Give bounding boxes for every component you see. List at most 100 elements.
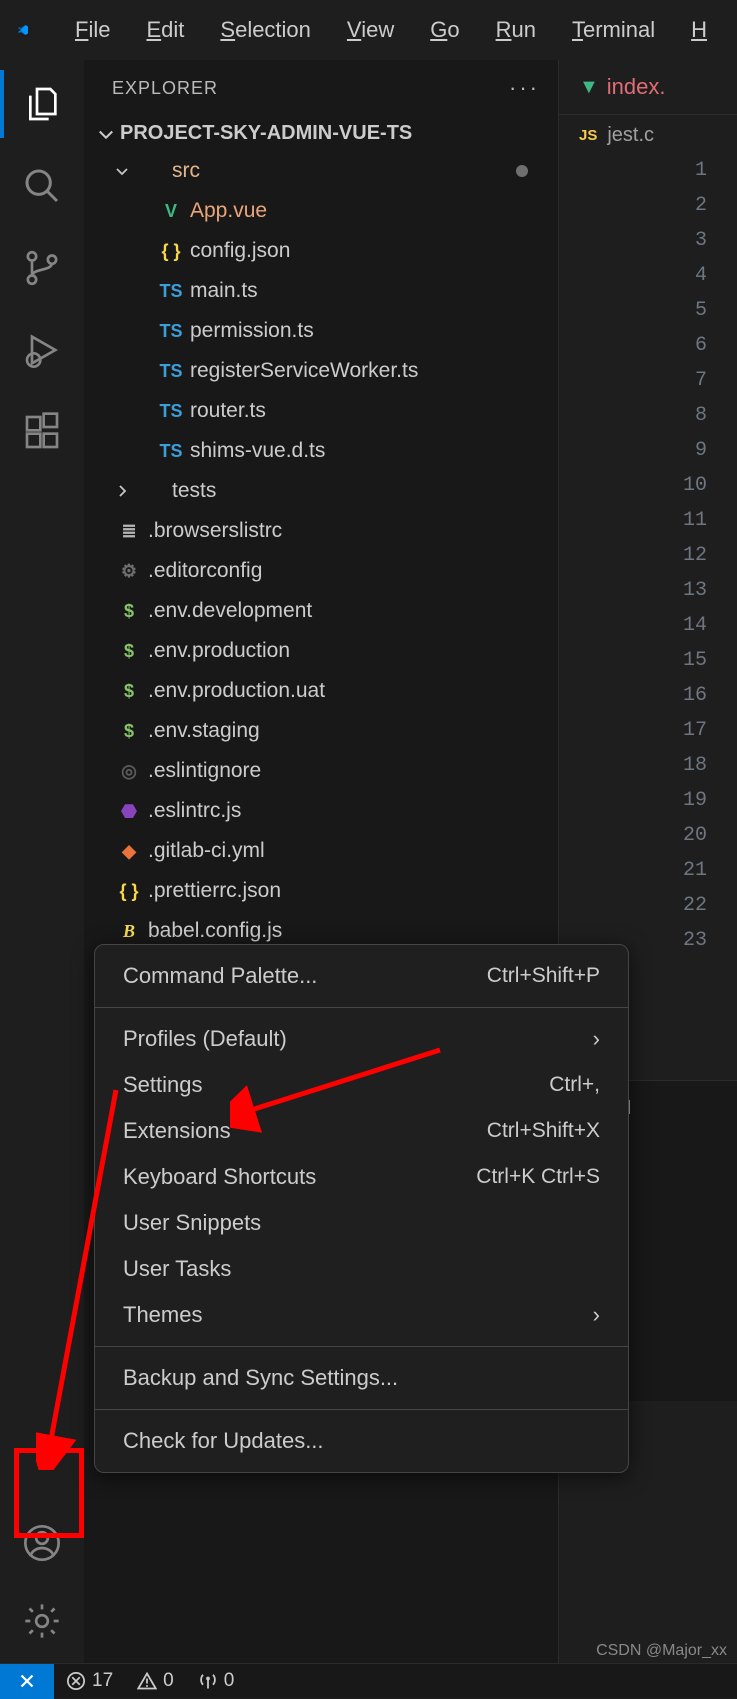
watermark: CSDN @Major_xx: [596, 1642, 727, 1660]
tree-item-config-json[interactable]: { }config.json: [84, 231, 558, 271]
activity-run-debug[interactable]: [18, 326, 66, 374]
tree-item--editorconfig[interactable]: ⚙.editorconfig: [84, 551, 558, 591]
line-number: 8: [559, 404, 737, 439]
file-icon: $: [110, 721, 148, 742]
remote-icon: [16, 1670, 38, 1692]
tree-item-router-ts[interactable]: TSrouter.ts: [84, 391, 558, 431]
line-number: 21: [559, 859, 737, 894]
line-number: 18: [559, 754, 737, 789]
menu-item-user-snippets[interactable]: User Snippets: [95, 1200, 628, 1246]
line-number: 9: [559, 439, 737, 474]
line-number: 20: [559, 824, 737, 859]
dirty-indicator: [516, 165, 528, 177]
line-number: 2: [559, 194, 737, 229]
project-header[interactable]: PROJECT-SKY-ADMIN-VUE-TS: [84, 116, 558, 151]
tree-item-src[interactable]: src: [84, 151, 558, 191]
menu-go[interactable]: Go: [412, 11, 477, 49]
activity-settings-gear[interactable]: [18, 1597, 66, 1645]
chevron-right-icon: ›: [593, 1026, 600, 1052]
tree-item--prettierrc-json[interactable]: { }.prettierrc.json: [84, 871, 558, 911]
account-icon: [22, 1523, 62, 1563]
tree-item--env-development[interactable]: $.env.development: [84, 591, 558, 631]
file-icon: ⚙: [110, 561, 148, 582]
menu-item-check-for-updates[interactable]: Check for Updates...: [95, 1418, 628, 1464]
tree-item--env-staging[interactable]: $.env.staging: [84, 711, 558, 751]
line-number: 17: [559, 719, 737, 754]
line-number: 10: [559, 474, 737, 509]
line-number: 1: [559, 159, 737, 194]
file-icon: ⬣: [110, 801, 148, 822]
menu-item-keyboard-shortcuts[interactable]: Keyboard ShortcutsCtrl+K Ctrl+S: [95, 1154, 628, 1200]
tree-item-shims-vue-d-ts[interactable]: TSshims-vue.d.ts: [84, 431, 558, 471]
menu-item-settings[interactable]: SettingsCtrl+,: [95, 1062, 628, 1108]
js-icon: JS: [579, 127, 597, 144]
menu-selection[interactable]: Selection: [202, 11, 329, 49]
activity-explorer[interactable]: [18, 80, 66, 128]
menu-file[interactable]: File: [57, 11, 128, 49]
status-ports[interactable]: 0: [186, 1670, 247, 1692]
git-branch-icon: [22, 248, 62, 288]
chevron-down-icon: [96, 124, 116, 144]
tree-item--eslintrc-js[interactable]: ⬣.eslintrc.js: [84, 791, 558, 831]
activity-source-control[interactable]: [18, 244, 66, 292]
tree-item-permission-ts[interactable]: TSpermission.ts: [84, 311, 558, 351]
menu-run[interactable]: Run: [478, 11, 554, 49]
activity-bar: [0, 60, 84, 1663]
file-icon: V: [152, 201, 190, 222]
status-bar: 17 0 0: [0, 1663, 737, 1698]
line-number: 5: [559, 299, 737, 334]
menu-item-themes[interactable]: Themes›: [95, 1292, 628, 1338]
menu-item-command-palette[interactable]: Command Palette...Ctrl+Shift+P: [95, 953, 628, 999]
line-number: 15: [559, 649, 737, 684]
extensions-icon: [22, 412, 62, 452]
status-warnings[interactable]: 0: [125, 1670, 186, 1692]
menu-item-backup-and-sync-settings[interactable]: Backup and Sync Settings...: [95, 1355, 628, 1401]
tree-item--env-production-uat[interactable]: $.env.production.uat: [84, 671, 558, 711]
tree-item--gitlab-ci-yml[interactable]: ◆.gitlab-ci.yml: [84, 831, 558, 871]
tree-item-app-vue[interactable]: VApp.vue: [84, 191, 558, 231]
tree-item--eslintignore[interactable]: ◎.eslintignore: [84, 751, 558, 791]
file-icon: { }: [152, 241, 190, 262]
menu-terminal[interactable]: Terminal: [554, 11, 673, 49]
status-errors[interactable]: 17: [54, 1670, 125, 1692]
menu-item-user-tasks[interactable]: User Tasks: [95, 1246, 628, 1292]
file-icon: $: [110, 641, 148, 662]
tree-item--browserslistrc[interactable]: ≣.browserslistrc: [84, 511, 558, 551]
chevron-right-icon: ›: [593, 1302, 600, 1328]
file-icon: TS: [152, 441, 190, 462]
activity-extensions[interactable]: [18, 408, 66, 456]
file-icon: TS: [152, 281, 190, 302]
line-number: 7: [559, 369, 737, 404]
file-icon: ◎: [110, 761, 148, 782]
warning-icon: [137, 1671, 157, 1691]
tree-item-registerserviceworker-ts[interactable]: TSregisterServiceWorker.ts: [84, 351, 558, 391]
remote-button[interactable]: [0, 1664, 54, 1699]
menu-h[interactable]: H: [673, 11, 725, 49]
line-number: 6: [559, 334, 737, 369]
gear-icon: [22, 1601, 62, 1641]
tree-item--env-production[interactable]: $.env.production: [84, 631, 558, 671]
files-icon: [22, 84, 62, 124]
file-icon: ≣: [110, 521, 148, 542]
activity-search[interactable]: [18, 162, 66, 210]
line-number: 12: [559, 544, 737, 579]
file-icon: TS: [152, 361, 190, 382]
menu-edit[interactable]: Edit: [128, 11, 202, 49]
menu-item-profiles-default[interactable]: Profiles (Default)›: [95, 1016, 628, 1062]
vue-icon: ▼: [579, 76, 599, 99]
menu-view[interactable]: View: [329, 11, 412, 49]
tree-item-main-ts[interactable]: TSmain.ts: [84, 271, 558, 311]
file-icon: TS: [152, 321, 190, 342]
line-number: 11: [559, 509, 737, 544]
editor-tab-index[interactable]: ▼ index.: [579, 74, 666, 100]
explorer-more-icon[interactable]: ···: [509, 75, 540, 101]
radio-tower-icon: [198, 1671, 218, 1691]
breadcrumb[interactable]: JS jest.c: [559, 115, 737, 155]
tree-item-tests[interactable]: tests: [84, 471, 558, 511]
file-icon: { }: [110, 881, 148, 902]
activity-accounts[interactable]: [18, 1519, 66, 1567]
tab-label: index.: [607, 74, 666, 100]
explorer-title: EXPLORER: [112, 78, 218, 99]
menu-item-extensions[interactable]: ExtensionsCtrl+Shift+X: [95, 1108, 628, 1154]
vscode-logo-icon: [17, 16, 29, 44]
